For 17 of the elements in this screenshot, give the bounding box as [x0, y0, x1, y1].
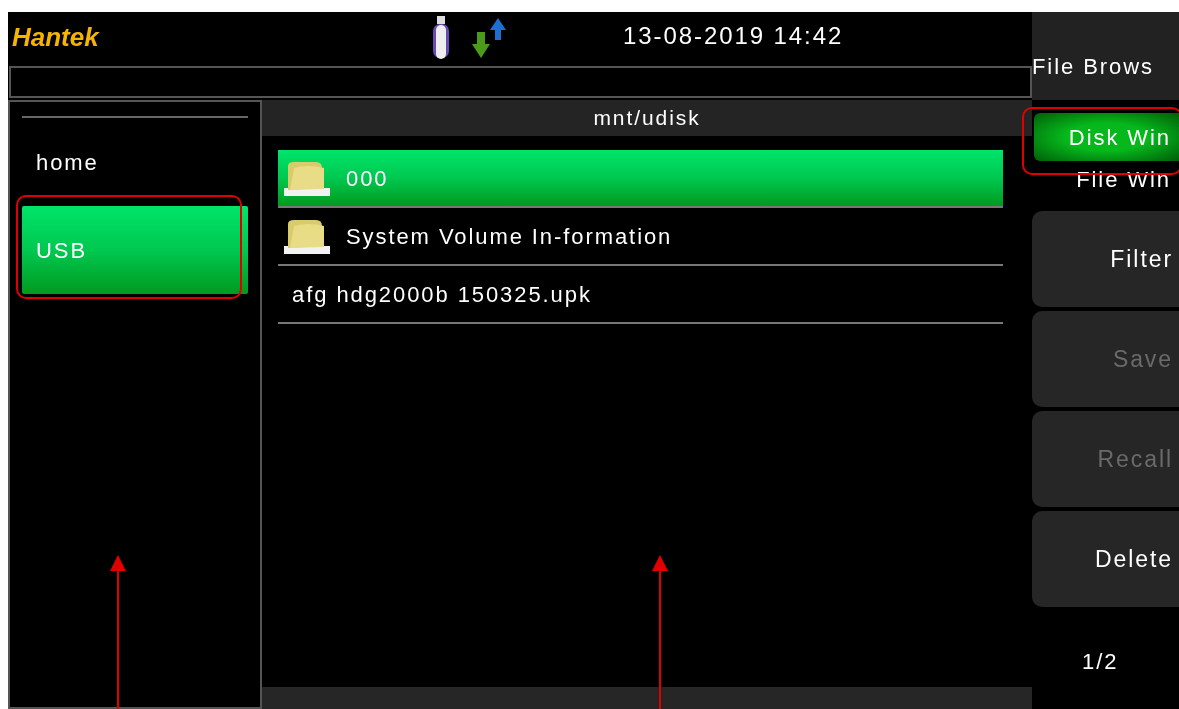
folder-icon: [284, 218, 330, 254]
file-name: afg hdg2000b 150325.upk: [292, 280, 592, 309]
brand-logo: Hantek: [12, 24, 99, 50]
date-time: 13-08-2019 14:42: [623, 24, 844, 48]
transfer-arrows-icon: [472, 18, 506, 58]
path-bar: mnt/udisk: [262, 100, 1032, 136]
usb-drive-icon: [432, 16, 450, 60]
file-name: System Volume In-formation: [346, 222, 673, 251]
file-name: 000: [346, 164, 389, 193]
file-row[interactable]: System Volume In-formation: [278, 208, 1003, 266]
folder-icon: [284, 160, 330, 196]
softkey-button[interactable]: Delete: [1032, 511, 1179, 607]
file-row[interactable]: afg hdg2000b 150325.upk: [278, 266, 1003, 324]
menu-title-panel: File Brows: [1032, 12, 1179, 100]
softkey-button[interactable]: Filter: [1032, 211, 1179, 307]
page-indicator: 1/2: [1082, 648, 1120, 676]
drive-item[interactable]: home: [22, 134, 248, 190]
